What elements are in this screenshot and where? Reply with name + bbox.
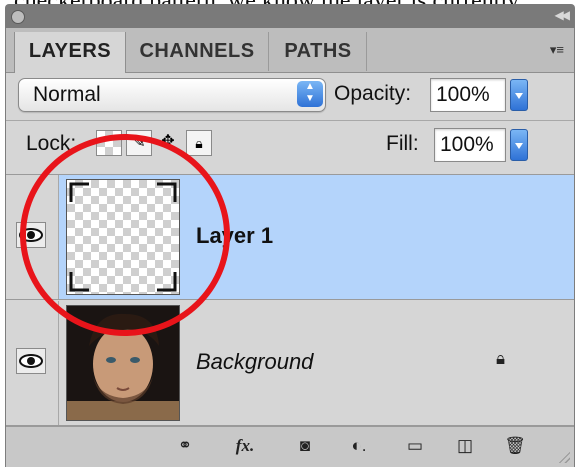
opacity-label: Opacity: xyxy=(334,82,412,105)
eye-icon[interactable] xyxy=(16,348,46,374)
layer-mask-icon[interactable]: ◙ xyxy=(292,435,318,457)
tab-channels[interactable]: CHANNELS xyxy=(126,32,269,71)
lock-all-icon[interactable]: 🔒︎ xyxy=(186,130,212,156)
opacity-field[interactable]: 100% xyxy=(430,78,506,112)
fill-dropdown-icon[interactable] xyxy=(510,129,528,161)
resize-grip-icon[interactable] xyxy=(556,449,570,463)
adjustment-layer-icon[interactable]: ◐. xyxy=(346,435,372,457)
highlight-circle xyxy=(20,134,230,336)
tab-layers[interactable]: LAYERS xyxy=(14,32,126,73)
blend-opacity-row: Normal ▲ ▼ Opacity: 100% xyxy=(6,76,574,116)
new-layer-icon[interactable]: ◫ xyxy=(452,435,478,457)
layers-bottom-toolbar: ⚭ fx. ◙ ◐. ▭ ◫ 🗑︎ xyxy=(6,426,574,467)
layer-name[interactable]: Background xyxy=(196,349,313,375)
panel-tabs: LAYERS CHANNELS PATHS ▾≡ xyxy=(6,28,574,73)
fill-label: Fill: xyxy=(386,132,419,155)
divider xyxy=(6,120,574,121)
panel-menu-icon[interactable]: ▾≡ xyxy=(550,42,564,58)
fx-icon[interactable]: fx. xyxy=(232,435,258,457)
tab-paths[interactable]: PATHS xyxy=(270,32,367,71)
close-icon[interactable] xyxy=(11,10,25,24)
opacity-dropdown-icon[interactable] xyxy=(510,79,528,111)
fill-value: 100% xyxy=(440,133,494,156)
blend-mode-select[interactable]: Normal ▲ ▼ xyxy=(18,78,326,112)
fill-field[interactable]: 100% xyxy=(434,128,506,162)
group-folder-icon[interactable]: ▭ xyxy=(402,435,428,457)
lock-icon: 🔒︎ xyxy=(496,349,506,368)
link-layers-icon[interactable]: ⚭ xyxy=(172,435,198,457)
collapse-icon[interactable]: ◀◀ xyxy=(555,8,571,22)
opacity-value: 100% xyxy=(436,83,490,106)
visibility-cell xyxy=(6,301,59,425)
panel-title-bar[interactable]: ◀◀ xyxy=(5,4,575,28)
blend-mode-stepper-icon[interactable]: ▲ ▼ xyxy=(297,81,323,107)
blend-mode-value: Normal xyxy=(33,83,101,106)
trash-icon[interactable]: 🗑︎ xyxy=(502,435,528,457)
